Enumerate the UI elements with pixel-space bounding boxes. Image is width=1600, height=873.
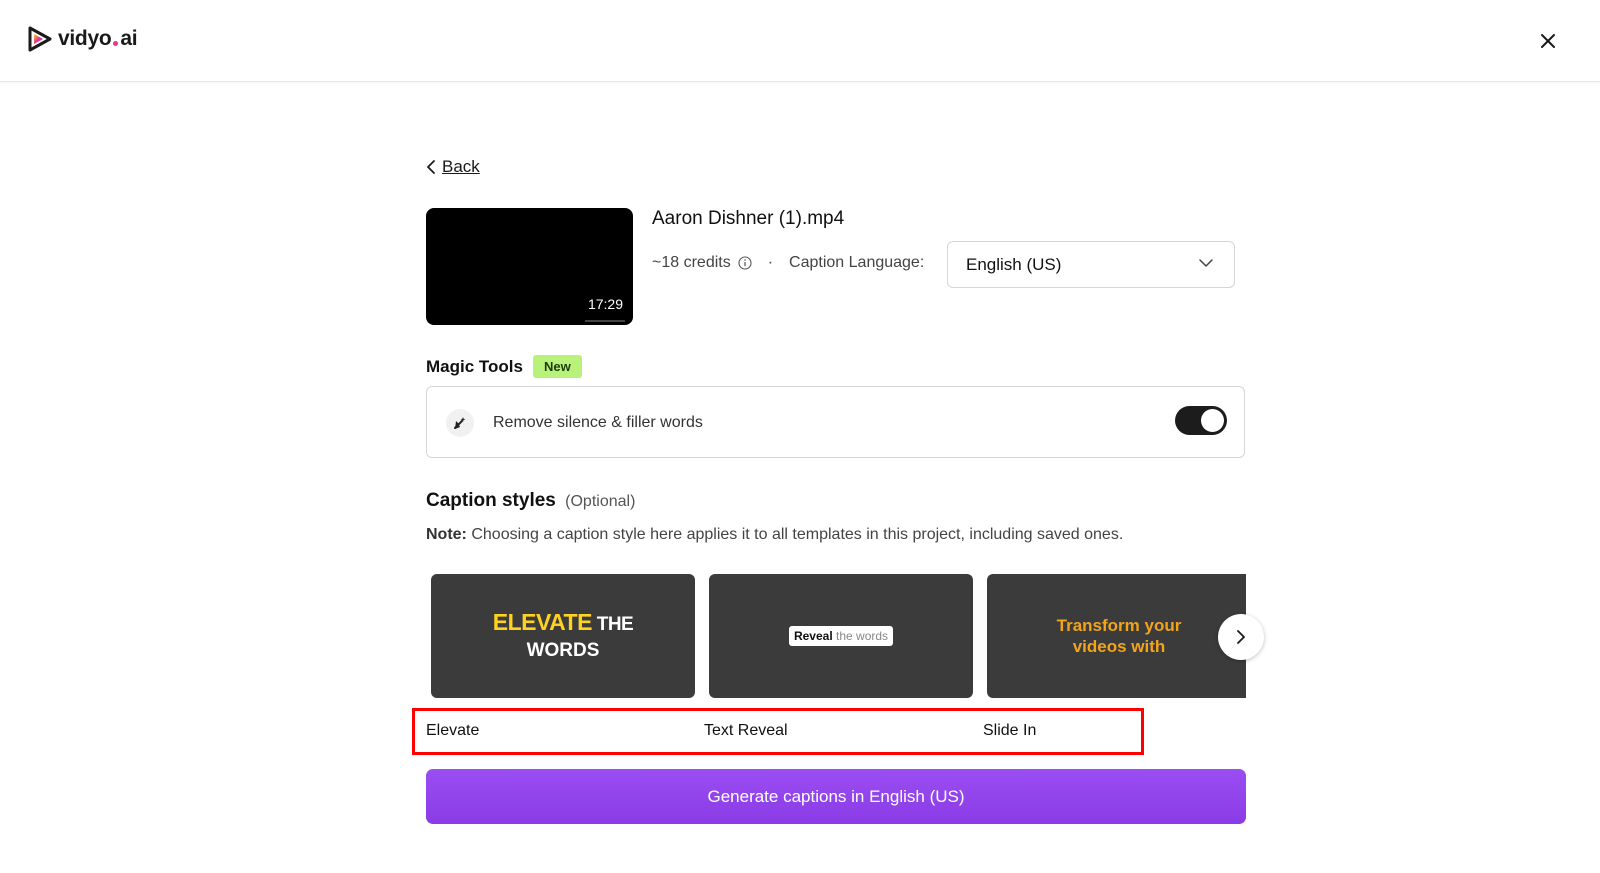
remove-silence-toggle[interactable] <box>1175 406 1227 435</box>
note-label: Note: <box>426 526 467 543</box>
back-link[interactable]: Back <box>426 157 480 177</box>
style-name-slide-in[interactable]: Slide In <box>983 722 1036 740</box>
top-bar: vidyo ai <box>0 0 1600 82</box>
logo-dot <box>113 40 119 46</box>
elevate-preview-line1: ELEVATE THE <box>492 608 634 638</box>
text-reveal-preview: Reveal the words <box>788 626 894 646</box>
thumbnail-timestamp-strip <box>585 320 625 322</box>
magic-tools-heading: Magic Tools New <box>426 355 582 378</box>
style-name-elevate[interactable]: Elevate <box>426 722 479 740</box>
caption-styles-optional: (Optional) <box>565 493 636 510</box>
back-label: Back <box>442 157 480 176</box>
meta-separator: · <box>767 254 774 271</box>
elevate-preview-line2: WORDS <box>526 639 600 661</box>
remove-silence-label: Remove silence & filler words <box>493 414 703 431</box>
chevron-down-icon <box>1199 259 1213 267</box>
logo-text-left: vidyo <box>58 27 112 50</box>
magic-tools-title: Magic Tools <box>426 356 523 376</box>
chevron-right-icon <box>1237 630 1245 644</box>
toggle-knob <box>1201 409 1224 432</box>
elevate-preview-highlight: ELEVATE <box>492 608 593 635</box>
caption-language-select[interactable]: English (US) <box>947 241 1235 288</box>
caption-language-label: Caption Language: <box>789 254 925 271</box>
caption-styles-title: Caption styles <box>426 490 556 511</box>
style-card-text-reveal[interactable]: Reveal the words <box>709 574 973 698</box>
logo-text-right: ai <box>120 27 138 50</box>
note-text: Choosing a caption style here applies it… <box>466 526 1124 543</box>
slide-in-preview-line1: Transform your <box>1056 616 1182 635</box>
text-reveal-preview-bold: Reveal <box>793 629 833 643</box>
text-reveal-preview-faded: the words <box>832 629 889 643</box>
close-icon[interactable] <box>1535 28 1561 54</box>
logo-text: vidyo ai <box>58 27 138 51</box>
carousel-next-button[interactable] <box>1218 614 1264 660</box>
video-duration: 17:29 <box>587 296 623 312</box>
caption-styles-heading: Caption styles (Optional) <box>426 490 635 512</box>
style-card-elevate[interactable]: ELEVATE THE WORDS <box>431 574 695 698</box>
video-thumbnail: 17:29 <box>426 208 633 325</box>
credits-text: ~18 credits <box>652 254 731 271</box>
style-card-slide-in[interactable]: Transform your videos with <box>987 574 1246 698</box>
caption-styles-carousel: ELEVATE THE WORDS Reveal the words Trans… <box>426 574 1246 700</box>
slide-in-preview-line2: videos with <box>1072 637 1166 656</box>
info-icon[interactable] <box>738 256 752 270</box>
generate-captions-button[interactable]: Generate captions in English (US) <box>426 769 1246 824</box>
new-badge: New <box>532 355 582 378</box>
play-logo-icon <box>28 26 52 52</box>
video-filename: Aaron Dishner (1).mp4 <box>652 208 845 229</box>
magic-wand-icon <box>446 409 474 437</box>
magic-tool-option: Remove silence & filler words <box>426 386 1245 458</box>
caption-styles-note: Note: Choosing a caption style here appl… <box>426 526 1123 544</box>
style-name-text-reveal[interactable]: Text Reveal <box>704 722 788 740</box>
elevate-preview-rest: THE <box>591 613 634 635</box>
caption-language-value: English (US) <box>966 254 1062 274</box>
vidyo-logo[interactable]: vidyo ai <box>26 25 138 53</box>
chevron-left-icon <box>427 160 435 174</box>
video-meta: ~18 credits · Caption Language: <box>652 254 924 272</box>
